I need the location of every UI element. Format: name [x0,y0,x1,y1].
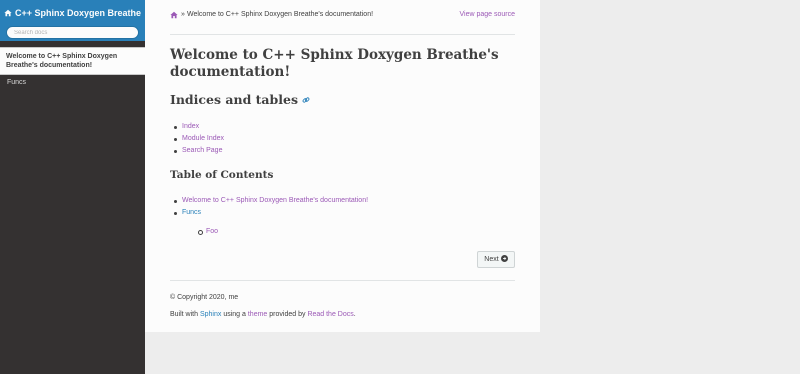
list-item: Index [170,121,515,133]
copyright-text: © Copyright 2020, me [170,294,239,301]
using-a-text: using a [223,311,246,318]
list-item: Module Index [170,133,515,145]
provided-by-text: provided by [269,311,306,318]
read-the-docs-link[interactable]: Read the Docs [307,311,353,318]
next-button-label: Next [484,256,499,263]
built-with-text: Built with Sphinx using a theme provided… [170,311,356,318]
link-icon[interactable] [302,92,310,107]
arrow-circle-right-icon [500,255,508,264]
index-link[interactable]: Index [182,123,199,130]
sidebar-nav: Welcome to C++ Sphinx Doxygen Breathe's … [0,47,145,90]
breadcrumb-separator: » [181,11,185,18]
theme-link[interactable]: theme [248,311,267,318]
toc-sublist: Foo [182,226,515,238]
list-item: Search Page [170,145,515,157]
toc-list: Welcome to C++ Sphinx Doxygen Breathe's … [170,195,515,238]
search-input[interactable] [6,26,139,39]
breadcrumb: » Welcome to C++ Sphinx Doxygen Breathe'… [170,0,515,35]
breadcrumb-current: Welcome to C++ Sphinx Doxygen Breathe's … [187,11,374,18]
next-button-wrap: Next [477,251,515,268]
list-item: Foo [182,226,515,238]
indices-list: Index Module Index Search Page [170,121,515,157]
next-button[interactable]: Next [477,251,515,268]
sphinx-link[interactable]: Sphinx [200,311,221,318]
content-inner: » Welcome to C++ Sphinx Doxygen Breathe'… [170,0,515,332]
footer-divider [170,280,515,281]
toc-foo-link[interactable]: Foo [206,228,218,235]
built-prefix: Built with [170,311,199,318]
sidebar-item-funcs[interactable]: Funcs [0,75,145,90]
sidebar-item-current[interactable]: Welcome to C++ Sphinx Doxygen Breathe's … [0,47,145,75]
module-index-link[interactable]: Module Index [182,135,224,142]
search-page-link[interactable]: Search Page [182,147,222,154]
content-panel: » Welcome to C++ Sphinx Doxygen Breathe'… [145,0,540,332]
toc-heading: Table of Contents [170,169,274,181]
indices-heading: Indices and tables [170,92,515,107]
home-icon [170,11,178,21]
breadcrumb-home-link[interactable] [170,11,178,21]
toc-welcome-link[interactable]: Welcome to C++ Sphinx Doxygen Breathe's … [182,197,368,204]
sidebar-header: C++ Sphinx Doxygen Breathe [0,0,145,41]
indices-heading-text: Indices and tables [170,92,299,107]
project-home-link[interactable]: C++ Sphinx Doxygen Breathe [4,8,141,18]
project-title: C++ Sphinx Doxygen Breathe [14,8,142,18]
home-icon [4,9,12,17]
page-title: Welcome to C++ Sphinx Doxygen Breathe's … [170,47,499,80]
view-source-link[interactable]: View page source [459,11,515,18]
list-item: Welcome to C++ Sphinx Doxygen Breathe's … [170,195,515,207]
sidebar: C++ Sphinx Doxygen Breathe Welcome to C+… [0,0,145,374]
period: . [353,311,356,318]
toc-funcs-link[interactable]: Funcs [182,209,201,216]
list-item: Funcs Foo [170,207,515,238]
